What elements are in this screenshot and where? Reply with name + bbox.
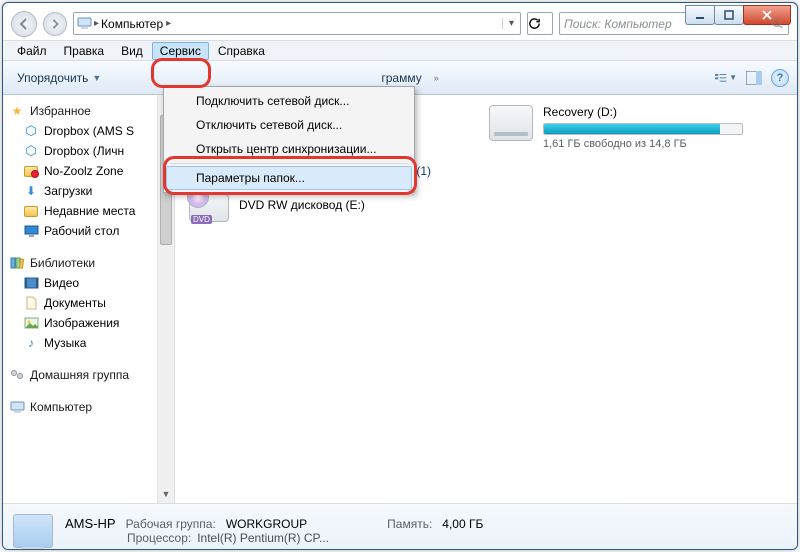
explorer-window: ▸ Компьютер ▸ ▾ Поиск: Компьютер Файл Пр…	[2, 2, 798, 550]
sidebar-item[interactable]: Видео	[5, 273, 172, 293]
sidebar-item[interactable]: ⬡Dropbox (Личн	[5, 141, 172, 161]
drive-d-stat: 1,61 ГБ свободно из 14,8 ГБ	[543, 138, 759, 150]
view-mode-button[interactable]: ▼	[715, 67, 737, 89]
details-pane: AMS-HP Рабочая группа: WORKGROUP Память:…	[3, 503, 797, 550]
program-button-partial[interactable]: грамму	[375, 68, 427, 88]
disconnect-network-drive[interactable]: Отключить сетевой диск...	[166, 113, 412, 137]
libraries-icon	[9, 255, 25, 271]
computer-large-icon	[13, 514, 53, 548]
libraries-group[interactable]: Библиотеки	[5, 253, 172, 273]
folder-options[interactable]: Параметры папок...	[166, 166, 412, 190]
downloads-icon: ⬇	[23, 183, 39, 199]
dropbox-icon: ⬡	[23, 123, 39, 139]
menu-tools[interactable]: Сервис	[152, 42, 209, 60]
navigation-pane: ★Избранное ⬡Dropbox (AMS S ⬡Dropbox (Лич…	[3, 95, 175, 503]
search-icon	[771, 17, 784, 30]
computer-icon	[74, 17, 94, 30]
sidebar-item[interactable]: No-Zoolz Zone	[5, 161, 172, 181]
minimize-button[interactable]	[685, 5, 715, 25]
dvd-name: DVD RW дисковод (E:)	[239, 198, 365, 212]
star-icon: ★	[9, 103, 25, 119]
maximize-button[interactable]	[714, 5, 744, 25]
drive-d-fill	[544, 124, 720, 134]
drive-d-item[interactable]: Recovery (D:) 1,61 ГБ свободно из 14,8 Г…	[489, 105, 759, 150]
sidebar-item[interactable]: Документы	[5, 293, 172, 313]
sidebar-item[interactable]: Недавние места	[5, 201, 172, 221]
computer-icon	[9, 399, 25, 415]
open-sync-center[interactable]: Открыть центр синхронизации...	[166, 137, 412, 161]
favorites-group[interactable]: ★Избранное	[5, 101, 172, 121]
menu-help[interactable]: Справка	[210, 42, 273, 60]
search-placeholder: Поиск: Компьютер	[564, 17, 672, 31]
dvd-icon: DVD	[189, 188, 229, 222]
address-bar-row: ▸ Компьютер ▸ ▾ Поиск: Компьютер	[3, 7, 797, 40]
sidebar-item[interactable]: Изображения	[5, 313, 172, 333]
dropbox-icon: ⬡	[23, 143, 39, 159]
organize-button[interactable]: Упорядочить ▼	[11, 68, 107, 88]
chevron-down-icon: ▼	[92, 73, 101, 83]
sidebar-item[interactable]: ♪Музыка	[5, 333, 172, 353]
menu-edit[interactable]: Правка	[56, 42, 113, 60]
refresh-button[interactable]	[527, 12, 553, 35]
drive-d-bar	[543, 123, 743, 135]
homegroup-group[interactable]: Домашняя группа	[5, 365, 172, 385]
scroll-down-button[interactable]: ▼	[158, 486, 174, 503]
sidebar-item[interactable]: Рабочий стол	[5, 221, 172, 241]
tools-dropdown: Подключить сетевой диск... Отключить сет…	[163, 86, 415, 193]
menu-separator	[170, 163, 408, 164]
breadcrumb[interactable]: ▸ Компьютер ▸ ▾	[73, 12, 521, 35]
homegroup-icon	[9, 367, 25, 383]
forward-button[interactable]	[43, 12, 67, 36]
pictures-icon	[23, 315, 39, 331]
menu-file[interactable]: Файл	[9, 42, 55, 60]
recent-icon	[23, 203, 39, 219]
breadcrumb-segment[interactable]: Компьютер ▸	[99, 17, 177, 31]
back-button[interactable]	[11, 11, 37, 37]
breadcrumb-dropdown[interactable]: ▾	[502, 18, 520, 29]
computer-group[interactable]: Компьютер	[5, 397, 172, 417]
map-network-drive[interactable]: Подключить сетевой диск...	[166, 89, 412, 113]
menu-view[interactable]: Вид	[113, 42, 151, 60]
video-icon	[23, 275, 39, 291]
menu-bar: Файл Правка Вид Сервис Справка	[3, 40, 797, 61]
desktop-icon	[23, 223, 39, 239]
folder-icon	[23, 163, 39, 179]
documents-icon	[23, 295, 39, 311]
help-button[interactable]: ?	[771, 69, 789, 87]
chevron-right-icon: ▸	[166, 18, 171, 29]
music-icon: ♪	[23, 335, 39, 351]
drive-d-name: Recovery (D:)	[543, 105, 759, 119]
preview-pane-button[interactable]	[743, 67, 765, 89]
sidebar-item[interactable]: ⬡Dropbox (AMS S	[5, 121, 172, 141]
computer-name: AMS-HP	[65, 516, 116, 531]
overflow-chevron[interactable]: »	[434, 73, 439, 83]
sidebar-item[interactable]: ⬇Загрузки	[5, 181, 172, 201]
dvd-drive-item[interactable]: DVD DVD RW дисковод (E:)	[189, 188, 783, 222]
hdd-icon	[489, 105, 533, 141]
